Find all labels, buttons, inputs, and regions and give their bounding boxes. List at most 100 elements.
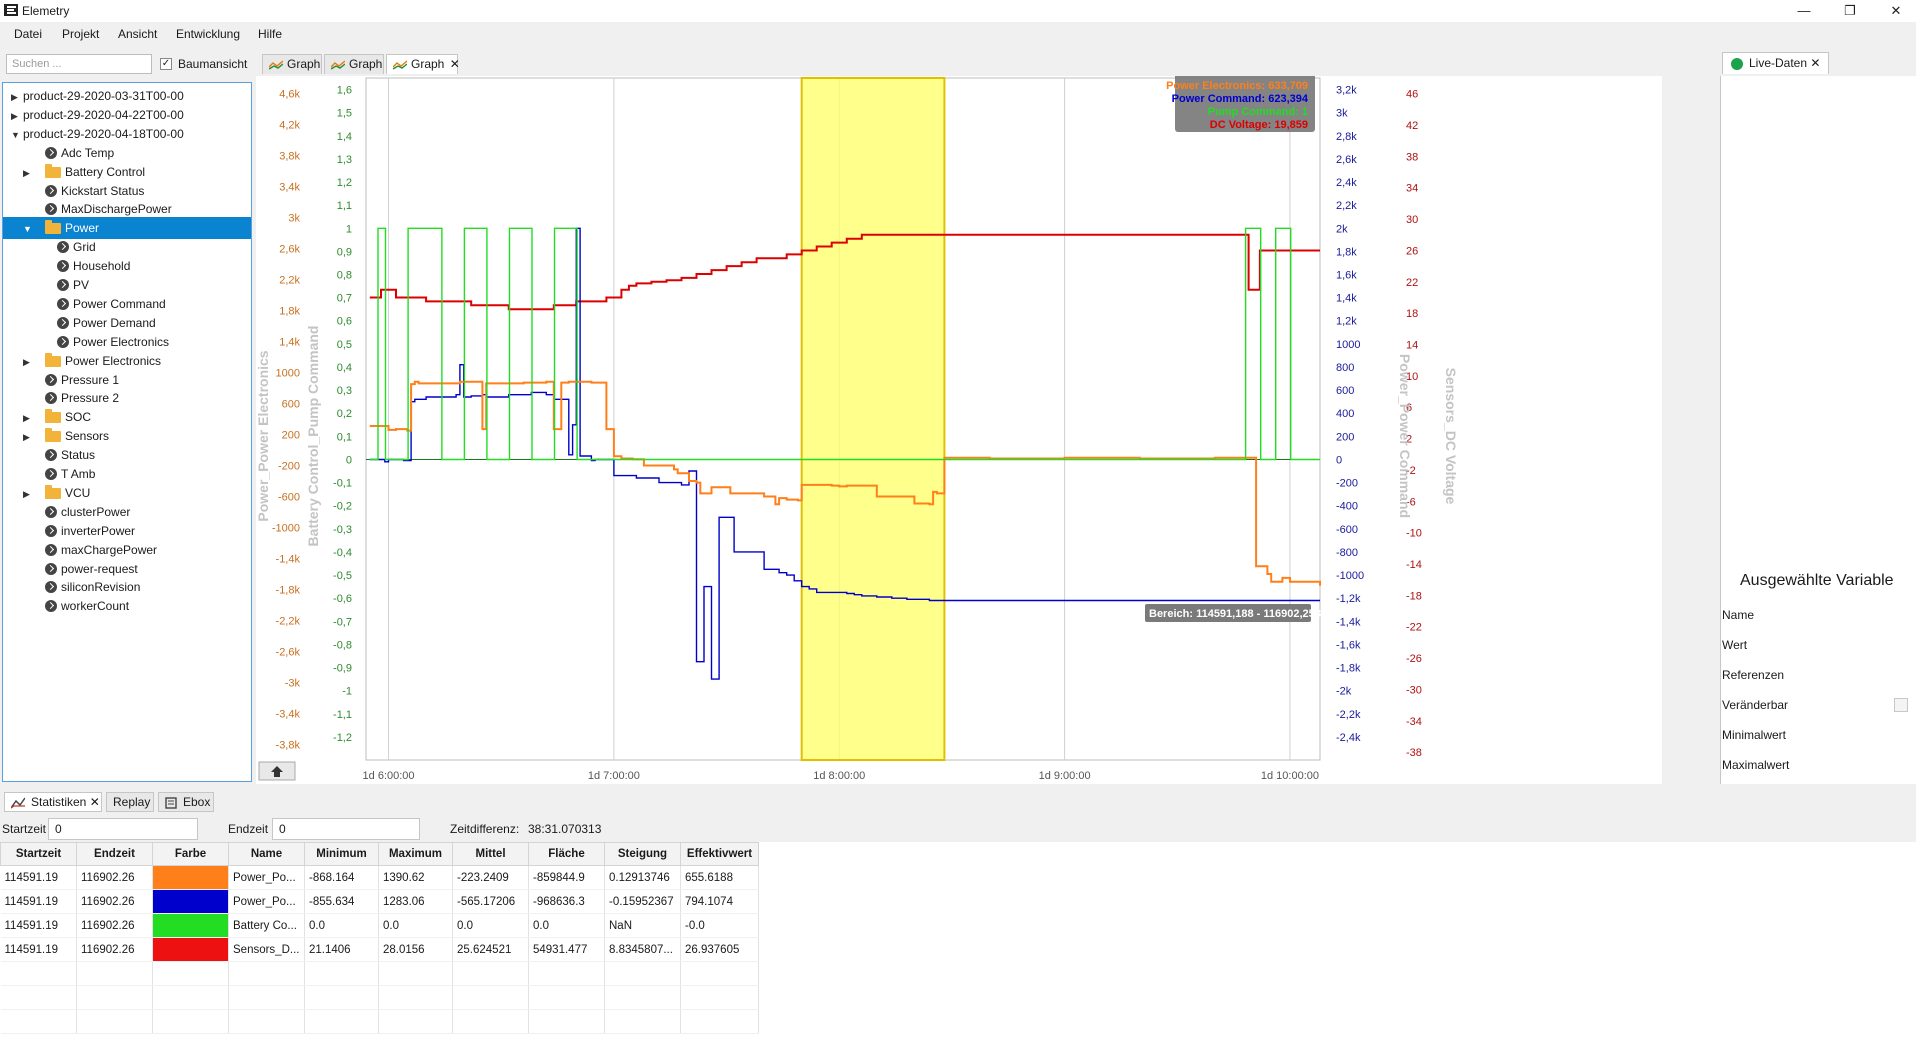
x-tick-label: 1d 6:00:00 — [363, 770, 415, 782]
variable-icon — [45, 184, 57, 197]
readout-value: 19,859 — [1274, 119, 1308, 131]
tab-label: Graph — [349, 57, 383, 71]
cell-min: 21.1406 — [304, 937, 379, 962]
axis-tick-label: 0,6 — [337, 316, 352, 328]
tab-graph-1[interactable]: Graph — [262, 54, 322, 74]
x-tick-label: 1d 8:00:00 — [813, 770, 865, 782]
empty-cell — [378, 1009, 453, 1034]
empty-cell — [304, 1009, 379, 1034]
readout-separator: : — [1262, 80, 1269, 92]
folder-icon — [45, 220, 61, 235]
axis-tick-label: 0,7 — [337, 293, 352, 305]
selected-variable-title: Ausgewählte Variable — [1740, 572, 1894, 589]
menu-projekt[interactable]: Projekt — [62, 27, 99, 41]
col-mittel[interactable]: Mittel — [452, 842, 529, 866]
variable-tree: ▶ product-29-2020-03-31T00-00 ▶ product-29-… — [2, 82, 252, 782]
tab-label: Ebox — [183, 795, 211, 809]
cell-end: 116902.26 — [76, 937, 153, 962]
axis-tick-label: -0,8 — [333, 639, 352, 651]
cell-mean: 0.0 — [452, 913, 529, 938]
axis-tick-label: 30 — [1406, 214, 1418, 226]
axis-tick-label: 0,8 — [337, 270, 352, 282]
tab-live-data[interactable]: Live-Daten ✕ — [1722, 52, 1830, 74]
tab-statistiken[interactable]: Statistiken ✕ — [4, 792, 102, 812]
col-flaeche[interactable]: Fläche — [528, 842, 605, 866]
tree-view-checkbox[interactable]: ✓ — [160, 58, 172, 70]
empty-cell — [304, 985, 379, 1010]
folder-icon — [45, 163, 61, 178]
menu-entwicklung[interactable]: Entwicklung — [176, 27, 240, 41]
tab-label: Graph — [411, 57, 445, 71]
table-row[interactable]: 114591.19 116902.26 Power_Po... -855.634 128… — [0, 889, 759, 914]
empty-cell — [378, 961, 453, 986]
empty-row — [0, 985, 759, 1010]
axis-tick-label: -400 — [1336, 501, 1358, 513]
close-tab-icon[interactable]: ✕ — [450, 57, 460, 71]
empty-cell — [680, 961, 759, 986]
time-diff-value: 38:31.070313 — [528, 822, 602, 836]
tree-item-label: workerCount — [61, 599, 130, 614]
col-minimum[interactable]: Minimum — [304, 842, 379, 866]
start-time-input[interactable]: 0 — [48, 818, 198, 840]
restore-button[interactable]: ❐ — [1830, 0, 1870, 22]
axis-tick-label: -14 — [1406, 559, 1422, 571]
axis-tick-label: 1,6k — [1336, 270, 1357, 282]
cell-max: 1283.06 — [378, 889, 453, 914]
col-startzeit[interactable]: Startzeit — [0, 842, 77, 866]
tab-label: Graph — [287, 57, 321, 71]
tab-ebox[interactable]: Ebox — [158, 792, 214, 812]
axis-tick-label: -30 — [1406, 684, 1422, 696]
col-farbe[interactable]: Farbe — [152, 842, 229, 866]
cell-area: 0.0 — [528, 913, 605, 938]
folder-icon — [45, 409, 61, 424]
menu-ansicht[interactable]: Ansicht — [118, 27, 157, 41]
col-steigung[interactable]: Steigung — [604, 842, 681, 866]
search-input[interactable]: Suchen ... — [6, 54, 152, 74]
tab-graph-3[interactable]: Graph ✕ — [386, 54, 460, 74]
col-effektivwert[interactable]: Effektivwert — [680, 842, 759, 866]
axis-tick-label: 2k — [1336, 223, 1348, 235]
cell-mean: -565.17206 — [452, 889, 529, 914]
cell-start: 114591.19 — [0, 937, 77, 962]
axis-tick-label: -34 — [1406, 716, 1422, 728]
empty-cell — [680, 1009, 759, 1034]
tab-graph-2[interactable]: Graph — [324, 54, 384, 74]
window-title: Elemetry — [22, 4, 70, 18]
end-time-input[interactable]: 0 — [272, 818, 420, 840]
col-endzeit[interactable]: Endzeit — [76, 842, 153, 866]
cell-color — [152, 937, 229, 962]
graph-area[interactable]: 4,6k 4,2k 3,8k 3,4k 3k 2,6k 2,2k 1,8k 1,4k 1000 60… — [255, 64, 1662, 784]
axis-title: Sensors_DC Voltage — [1443, 368, 1459, 505]
changeable-checkbox[interactable] — [1894, 698, 1908, 712]
variable-icon — [45, 600, 57, 613]
axis-tick-label: 22 — [1406, 277, 1418, 289]
close-window-button[interactable]: ✕ — [1876, 0, 1916, 22]
axis-tick-label: 0 — [1336, 454, 1342, 466]
axis-tick-label: 4,2k — [279, 120, 300, 132]
table-row[interactable]: 114591.19 116902.26 Sensors_D... 21.1406 28.… — [0, 937, 759, 962]
line-chart[interactable]: 4,6k 4,2k 3,8k 3,4k 3k 2,6k 2,2k 1,8k 1,4k 1000 60… — [255, 64, 1662, 784]
tab-replay[interactable]: Replay — [106, 792, 154, 812]
axis-tick-label: 3k — [1336, 108, 1348, 120]
readout-series-name: Power Command — [1172, 93, 1262, 105]
close-tab-icon[interactable]: ✕ — [1810, 56, 1820, 70]
close-tab-icon[interactable]: ✕ — [90, 795, 100, 809]
graph-icon — [393, 60, 407, 70]
axis-tick-label: 1,3 — [337, 154, 352, 166]
tree-item[interactable]: workerCount — [3, 595, 251, 617]
cell-color — [152, 889, 229, 914]
empty-cell — [452, 961, 529, 986]
minimize-button[interactable]: — — [1784, 0, 1824, 22]
table-row[interactable]: 114591.19 116902.26 Battery Co... 0.0 0.0 0.0… — [0, 913, 759, 938]
empty-row — [0, 961, 759, 986]
axis-tick-label: 200 — [1336, 431, 1354, 443]
col-name[interactable]: Name — [228, 842, 305, 866]
menu-hilfe[interactable]: Hilfe — [258, 27, 282, 41]
axis-tick-label: -1,2k — [1336, 593, 1361, 605]
menu-datei[interactable]: Datei — [14, 27, 42, 41]
col-maximum[interactable]: Maximum — [378, 842, 453, 866]
axis-tick-label: 1,4k — [1336, 293, 1357, 305]
empty-cell — [378, 985, 453, 1010]
readout-separator: : — [1268, 119, 1275, 131]
table-row[interactable]: 114591.19 116902.26 Power_Po... -868.164 139… — [0, 865, 759, 890]
